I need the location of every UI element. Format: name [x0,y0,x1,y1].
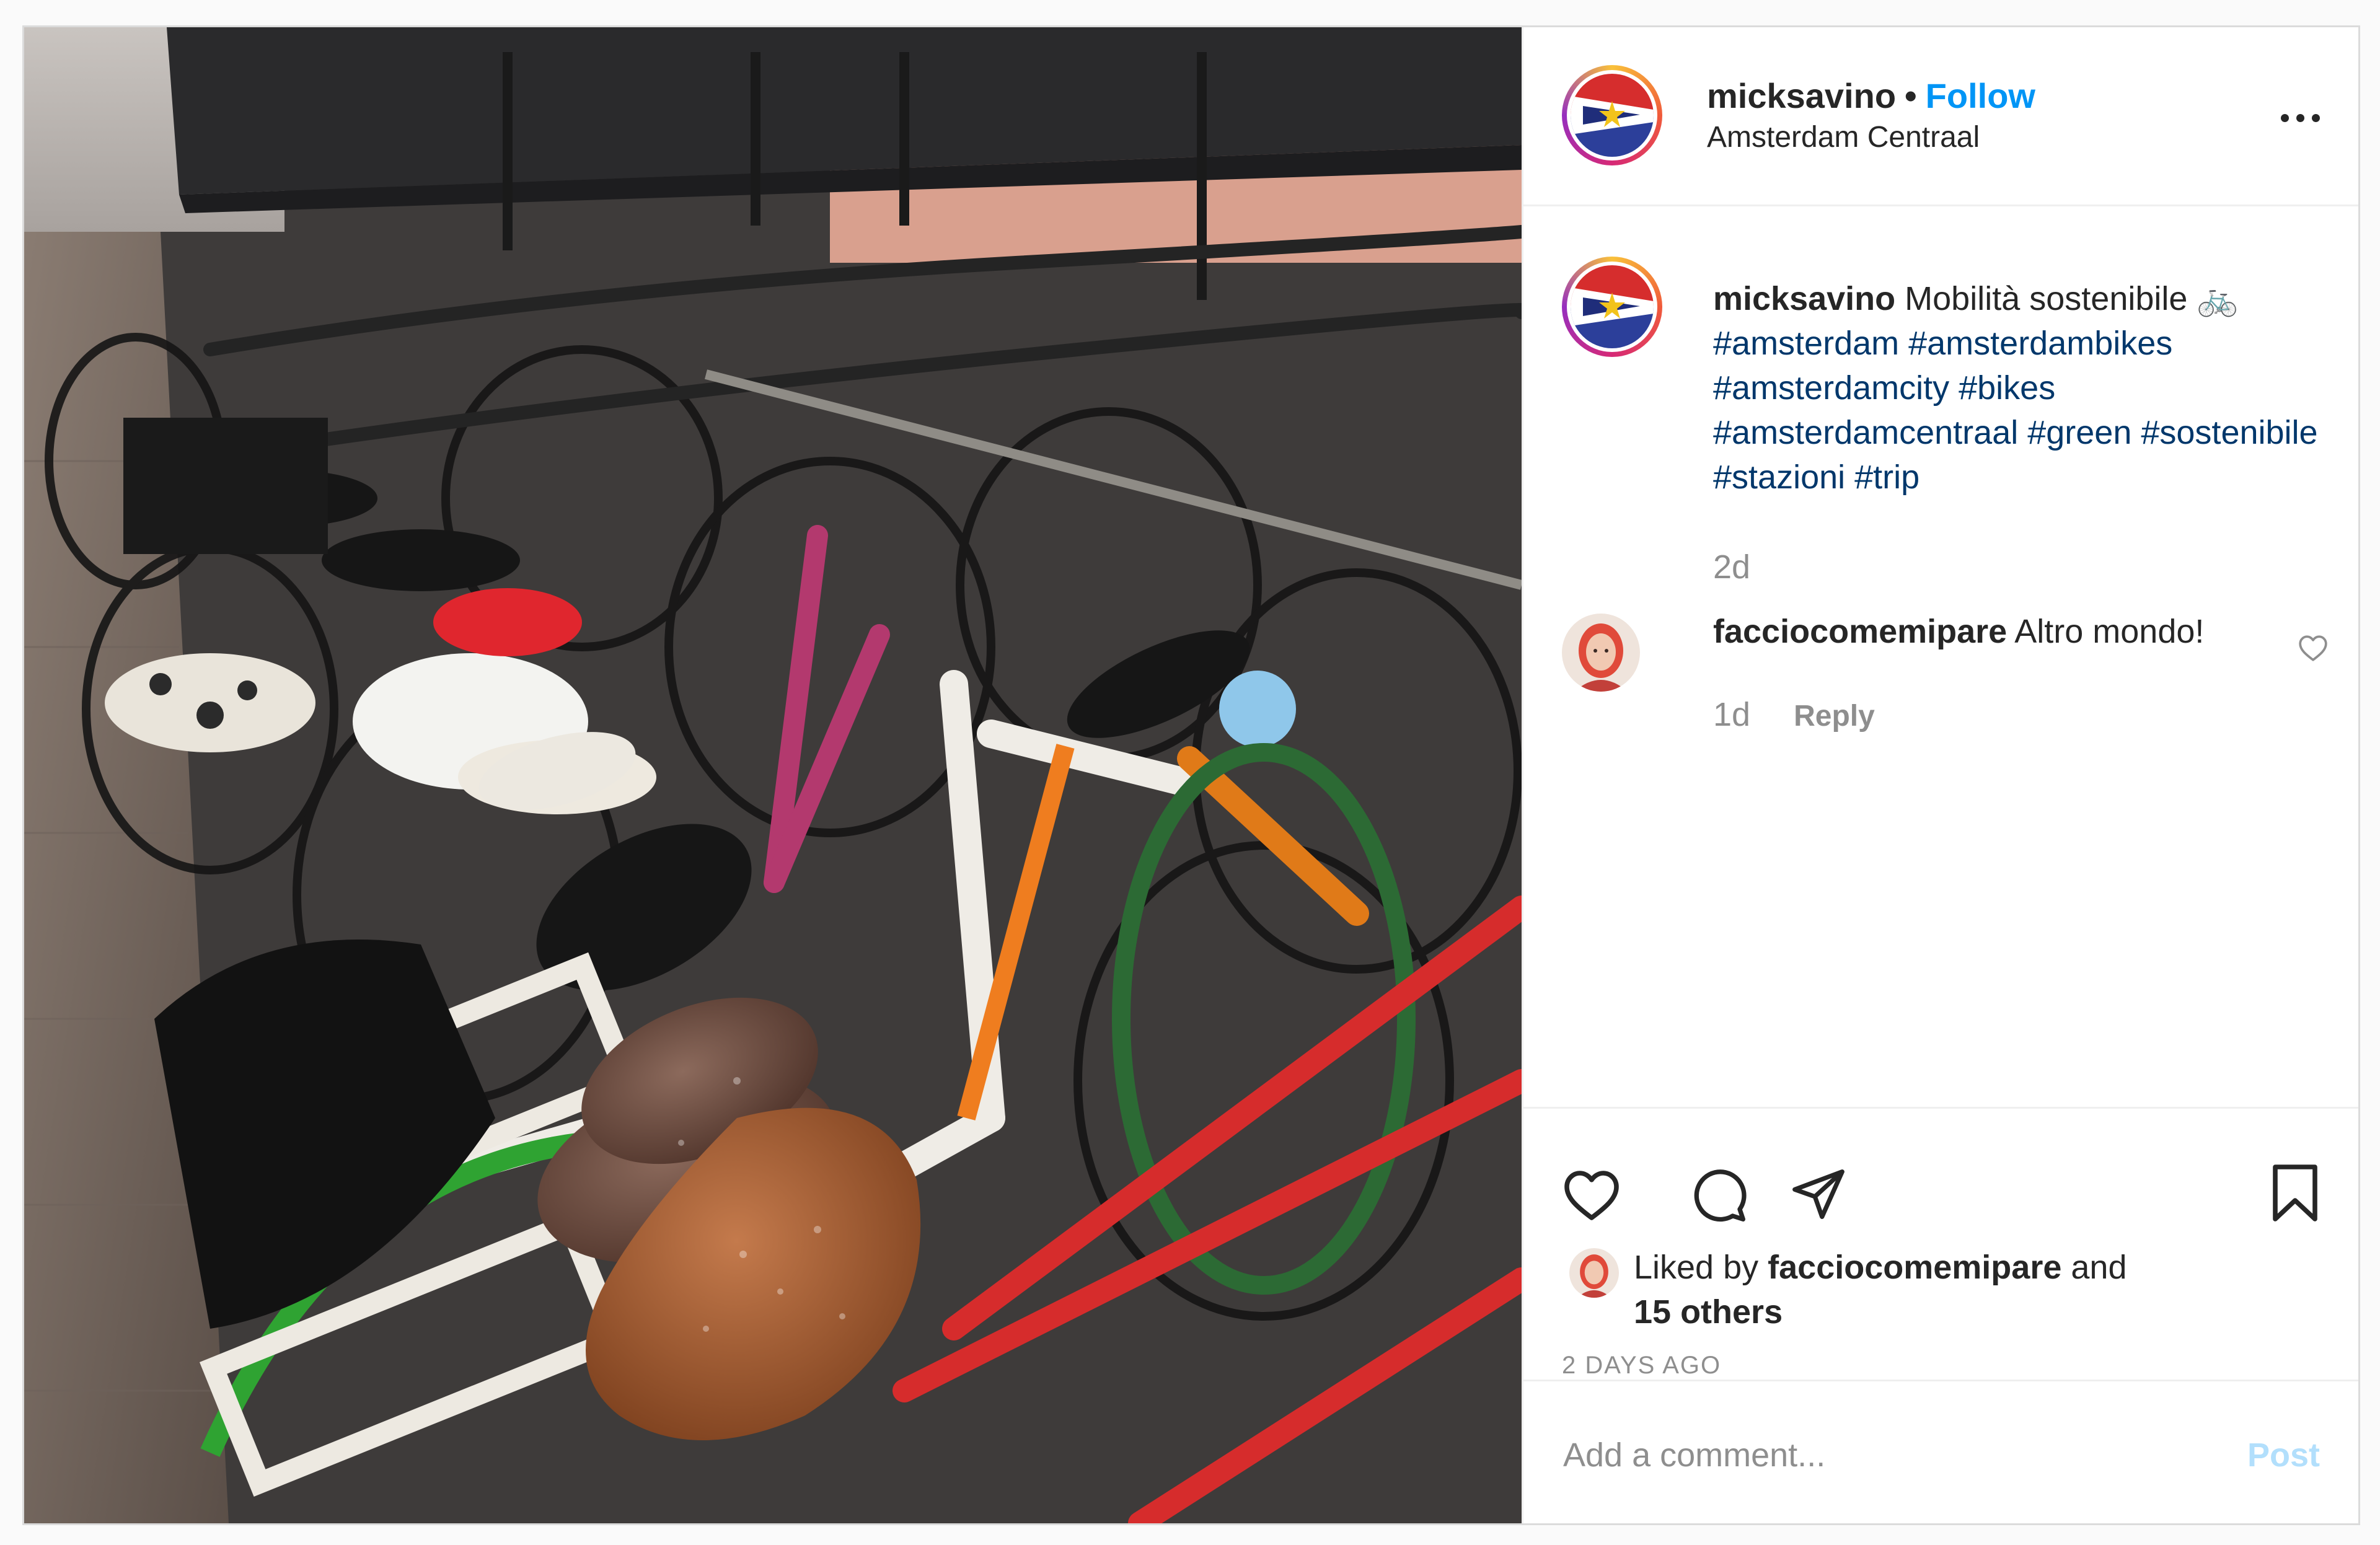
post-comment-button[interactable]: Post [2247,1436,2320,1474]
comment-body: Altro mondo! [2014,613,2205,650]
likes-prefix: Liked by [1634,1249,1759,1286]
caption-hashtags[interactable]: #amsterdam #amsterdambikes #amsterdamcit… [1713,325,2318,496]
caption-author-avatar[interactable] [1562,257,1662,357]
post-date[interactable]: 2 DAYS AGO [1562,1352,1721,1380]
post-header: micksavino • Follow Amsterdam Centraal [1523,27,2358,206]
bookmark-icon[interactable] [2270,1163,2320,1226]
add-comment-bar: Post [1523,1380,2358,1525]
caption-username[interactable]: micksavino [1713,280,1895,317]
likes-and: and [2071,1249,2127,1286]
more-horizontal-icon[interactable] [2281,114,2320,122]
caption-body: Mobilità sostenibile 🚲 [1905,280,2239,317]
caption-timestamp: 2d [1713,548,1751,586]
flag-avatar-image [1571,265,1654,348]
separator-dot: • [1905,76,1917,115]
commenter-avatar-image [1562,614,1640,692]
likes-others[interactable]: 15 others [1634,1293,1783,1331]
commenter-avatar[interactable] [1562,614,1640,692]
reply-button[interactable]: Reply [1794,699,1875,733]
post-photo[interactable] [24,27,1522,1523]
liker-avatar-image [1569,1248,1619,1298]
heart-icon[interactable] [1562,1167,1621,1225]
follow-button[interactable]: Follow [1926,76,2035,115]
share-icon[interactable] [1790,1167,1847,1225]
likes-user[interactable]: facciocomemipare [1768,1249,2061,1286]
author-avatar[interactable] [1562,65,1662,165]
comment-text: facciocomemipare Altro mondo! [1713,612,2204,651]
instagram-post-card: micksavino • Follow Amsterdam Centraal m… [22,25,2360,1525]
likes-summary: Liked by facciocomemipare and 15 others [1634,1245,2254,1334]
comment-timestamp: 1d [1713,696,1751,733]
heart-icon[interactable] [2298,633,2329,665]
post-actions: Liked by facciocomemipare and 15 others … [1523,1107,2358,1381]
caption-text: micksavino Mobilità sostenibile 🚲 #amste… [1713,276,2333,500]
comment-input[interactable] [1562,1430,2184,1481]
author-username[interactable]: micksavino [1707,76,1896,115]
comment-username[interactable]: facciocomemipare [1713,613,2007,650]
comment-meta: 1d Reply [1713,695,1875,734]
bicycle-parking-photo [24,27,1522,1523]
post-side-panel: micksavino • Follow Amsterdam Centraal m… [1522,27,2358,1523]
post-header-user: micksavino • Follow [1707,76,2035,116]
post-location[interactable]: Amsterdam Centraal [1707,120,1980,154]
liker-avatar[interactable] [1569,1248,1619,1298]
flag-avatar-image [1571,74,1654,157]
comment-icon[interactable] [1691,1167,1748,1227]
